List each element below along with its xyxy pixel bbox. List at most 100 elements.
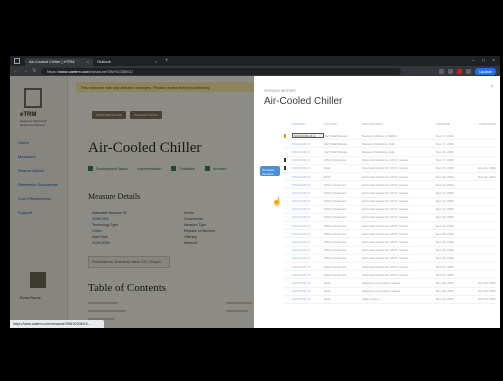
table-row[interactable]: SWHC005-01 CPUC Approved Final submission … (284, 206, 496, 214)
tab-close-icon[interactable]: × (87, 58, 89, 66)
table-row[interactable]: SWHC005-01 Draft Measure permutation updat… (284, 288, 496, 296)
extension-icon[interactable] (439, 68, 445, 74)
version-id-link[interactable]: SWHC005-01 (292, 232, 324, 236)
video-letterbox-top (0, 0, 503, 56)
modal-overlay[interactable] (10, 76, 254, 328)
checkbox-icon[interactable] (284, 166, 286, 171)
column-header[interactable]: Created (436, 122, 470, 128)
row-created-date: Dec 07, 2021 (436, 272, 454, 277)
version-id-link[interactable]: SWHC005-01 (292, 191, 324, 195)
version-id-link[interactable]: SWHC005-01 (292, 183, 324, 187)
window-close-icon[interactable]: × (492, 58, 495, 64)
row-description: Final submission for CPUC review... (362, 190, 410, 195)
row-checkbox[interactable] (284, 166, 292, 171)
version-id-link[interactable]: SWHC005-01 (292, 256, 324, 260)
row-author: CPUC Approved (324, 182, 347, 187)
column-header[interactable]: Published (470, 122, 496, 128)
table-row[interactable]: SWHC005-01 Draft Final submission for CPUC… (284, 165, 496, 173)
table-row[interactable]: SWHC005-01 CPUC Approved Final submission … (284, 230, 496, 239)
address-bar: ← → ↻ https://www.caetrm.com/measure/SWH… (10, 66, 500, 76)
maximize-icon[interactable]: □ (482, 58, 485, 64)
version-id-link[interactable]: SWHC005-01 (292, 248, 324, 252)
version-id-link[interactable]: SWHC005-01 (292, 158, 324, 162)
table-row[interactable]: SWHC005-01 CPUC Approved Final submission … (284, 271, 496, 280)
profile-icon[interactable] (466, 68, 472, 74)
row-checkbox[interactable] (284, 158, 292, 163)
version-id-link[interactable]: SWHC005-01 (292, 281, 324, 285)
version-id-link[interactable]: SWHC005-01 (292, 289, 324, 293)
version-id-link[interactable]: SWHC005-01-1 (292, 133, 324, 139)
row-author: CPUC Approved (324, 207, 347, 212)
table-row[interactable]: SWHC005-01 Draft Final submission for CPUC… (284, 173, 496, 182)
url-host: www.caetrm.com (59, 68, 90, 74)
version-id-link[interactable]: SWHC005-01 (292, 207, 324, 211)
tab-active[interactable]: Air-Cooled Chiller | eTRM × (25, 58, 93, 66)
row-author: CPUC Approved (324, 256, 347, 261)
row-description: Final submission for CPUC review... (362, 215, 410, 220)
row-author: CPUC Approved (324, 223, 347, 228)
row-author: CET Staff Review (324, 149, 348, 154)
version-id-link[interactable]: SWHC005-01 (292, 224, 324, 228)
reload-icon[interactable]: ↻ (32, 68, 37, 74)
version-id-link[interactable]: SWHC005-01 (292, 265, 324, 269)
table-row[interactable]: SWHC005-01 Draft Measure permutation updat… (284, 279, 496, 288)
row-created-date: Dec 17, 2021 (436, 141, 454, 146)
row-author: CPUC Approved (324, 248, 347, 253)
row-description: Final submission for CPUC review... (362, 264, 410, 269)
checkbox-icon[interactable] (284, 158, 286, 163)
row-description: Final submission for CPUC review... (362, 248, 410, 253)
extension-icon[interactable] (457, 68, 463, 74)
table-row[interactable]: SWHC005-01 CPUC Approved Final submission … (284, 157, 496, 165)
minimize-icon[interactable]: – (472, 58, 475, 64)
row-description: Final submission for CPUC review... (362, 158, 410, 163)
version-id-link[interactable]: SWHC005-01 (292, 166, 324, 170)
table-row[interactable]: SWHC005-01 CPUC Approved Final submission … (284, 238, 496, 247)
tab-close-icon[interactable]: × (155, 58, 157, 66)
update-button[interactable]: Update (475, 67, 496, 75)
table-row[interactable]: SWHC005-01 CPUC Approved Final submission … (284, 263, 496, 272)
tab-inactive[interactable]: Outlook × (93, 58, 161, 66)
new-tab-icon[interactable]: + (165, 58, 169, 64)
version-table: SWHC005-01-1 CET Staff Review Review: Addi… (284, 132, 496, 304)
column-header[interactable]: Author (324, 122, 362, 128)
window-menu-icon[interactable] (14, 58, 20, 64)
row-created-date: Dec 17, 2021 (436, 133, 454, 138)
table-row[interactable]: SWHC005-01 CPUC Approved Final submission … (284, 247, 496, 255)
row-checkbox[interactable] (284, 133, 292, 138)
table-row[interactable]: SWHC005-01 CPUC Approved Final submission … (284, 181, 496, 190)
back-icon[interactable]: ← (14, 68, 19, 74)
row-created-date: Dec 13, 2021 (436, 207, 454, 212)
web-page: eTRM electronic Technical Reference Manu… (10, 76, 500, 328)
row-published-date: Dec 21, 2021 (478, 166, 496, 171)
version-id-link[interactable]: SWHC005-01 (292, 273, 324, 277)
url-path: /measure/SWHC005/01/ (89, 68, 133, 74)
extension-icon[interactable] (448, 68, 454, 74)
table-row[interactable]: SWHC005-01 CET Staff Review Review: Publis… (284, 148, 496, 157)
version-id-link[interactable]: SWHC005-01 (292, 240, 324, 244)
version-id-link[interactable]: SWHC005-01 (292, 142, 324, 146)
forward-icon[interactable]: → (23, 68, 28, 74)
table-row[interactable]: SWHC005-01 CPUC Approved Final submission … (284, 255, 496, 263)
version-id-link[interactable]: SWHC005-01 (292, 199, 324, 203)
version-id-link[interactable]: SWHC005-01 (292, 175, 324, 179)
row-author: Draft (324, 166, 331, 171)
row-created-date: Dec 07, 2021 (436, 264, 454, 269)
column-header[interactable]: Description (362, 122, 436, 128)
checkbox-icon[interactable] (284, 133, 286, 138)
table-row[interactable]: SWHC005-01 Draft Initial version Dec 03, 20… (284, 296, 496, 304)
table-row[interactable]: SWHC005-01 CET Staff Review Review: Publis… (284, 140, 496, 149)
close-icon[interactable]: ✕ (490, 84, 494, 90)
table-row[interactable]: SWHC005-01 CPUC Approved Final submission … (284, 214, 496, 223)
url-input[interactable]: https://www.caetrm.com/measure/SWHC005/0… (41, 67, 401, 75)
table-row[interactable]: SWHC005-01 CPUC Approved Final submission … (284, 189, 496, 198)
table-row[interactable]: SWHC005-01-1 CET Staff Review Review: Addi… (284, 132, 496, 141)
version-id-link[interactable]: SWHC005-01 (292, 297, 324, 301)
version-id-link[interactable]: SWHC005-01 (292, 150, 324, 154)
version-id-link[interactable]: SWHC005-01 (292, 215, 324, 219)
compare-versions-button[interactable]: Compare Versions (260, 166, 280, 176)
header-check (284, 122, 292, 128)
row-created-date: Dec 09, 2021 (436, 240, 454, 245)
column-header[interactable]: Version (292, 122, 324, 128)
table-row[interactable]: SWHC005-01 CPUC Approved Final submission … (284, 222, 496, 231)
table-row[interactable]: SWHC005-01 CPUC Approved Final submission … (284, 198, 496, 206)
